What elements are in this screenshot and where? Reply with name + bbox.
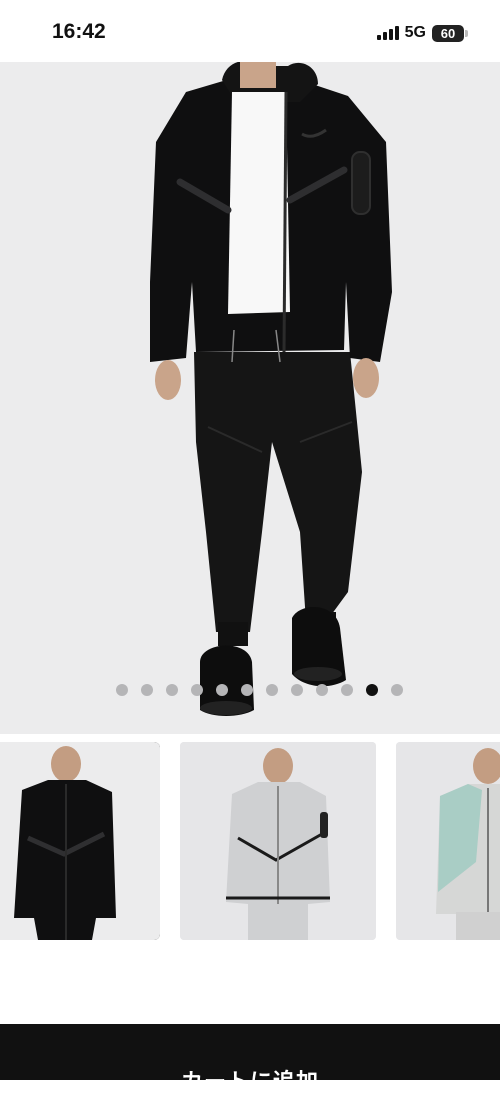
- add-to-cart-button[interactable]: カートに追加: [0, 1024, 500, 1094]
- pagination-dot[interactable]: [390, 684, 403, 696]
- pagination-dot[interactable]: [240, 684, 253, 696]
- network-type: 5G: [404, 24, 426, 41]
- signal-icon: [376, 26, 399, 40]
- thumbnail-light-grey-image: [180, 742, 376, 940]
- add-to-cart-label: カートに追加: [180, 1069, 319, 1094]
- status-indicators: 5G 60: [376, 22, 468, 44]
- model-black-tracksuit-illustration: [150, 62, 392, 716]
- pagination-dot[interactable]: [290, 684, 303, 696]
- thumbnail-black[interactable]: [0, 742, 160, 940]
- pagination-dot-active[interactable]: [365, 684, 378, 696]
- pagination-dot[interactable]: [215, 684, 228, 696]
- image-pagination-dots[interactable]: [18, 684, 500, 696]
- thumbnail-light-grey[interactable]: [180, 742, 376, 940]
- color-variant-thumbnails[interactable]: [0, 742, 500, 940]
- pagination-dot[interactable]: [315, 684, 328, 696]
- thumbnail-mint-grey[interactable]: [396, 742, 500, 940]
- battery-icon: 60: [432, 24, 464, 42]
- pagination-dot[interactable]: [140, 684, 153, 696]
- pagination-dot[interactable]: [340, 684, 353, 696]
- battery-level: 60: [440, 25, 456, 41]
- pagination-dot[interactable]: [265, 684, 278, 696]
- battery-nub: [465, 29, 468, 37]
- status-time: 16:42: [52, 20, 106, 43]
- thumbnail-black-image: [0, 742, 160, 940]
- status-bar: 16:42 5G 60: [0, 0, 500, 62]
- pagination-dot[interactable]: [190, 684, 203, 696]
- pagination-dot[interactable]: [115, 684, 128, 696]
- product-main-image[interactable]: [0, 62, 500, 734]
- pagination-dot[interactable]: [165, 684, 178, 696]
- thumbnail-mint-grey-image: [396, 742, 500, 940]
